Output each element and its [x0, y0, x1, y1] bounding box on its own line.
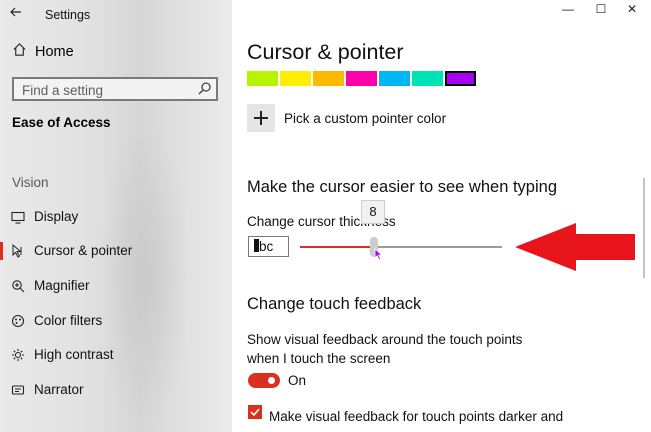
slider-track-filled — [300, 246, 374, 248]
group-label-vision: Vision — [12, 175, 49, 190]
home-label: Home — [35, 44, 74, 60]
touch-section-heading: Change touch feedback — [247, 295, 422, 313]
sidebar-item-display[interactable]: Display — [0, 204, 232, 230]
sidebar-item-narrator[interactable]: Narrator — [0, 377, 232, 403]
back-arrow-icon[interactable] — [10, 4, 22, 20]
sidebar-item-magnifier[interactable]: Magnifier — [0, 273, 232, 299]
sidebar: Settings Home Ease of Access Vision Disp… — [0, 0, 232, 432]
sidebar-item-high-contrast[interactable]: High contrast — [0, 342, 232, 368]
touch-feedback-toggle[interactable] — [248, 373, 280, 388]
magnifier-icon — [11, 279, 25, 293]
narrator-icon — [11, 383, 25, 397]
darker-feedback-checkbox[interactable] — [248, 405, 262, 419]
display-icon — [11, 210, 25, 224]
cursor-pointer-icon — [11, 243, 25, 258]
search-input[interactable] — [20, 80, 194, 100]
typing-section-heading: Make the cursor easier to see when typin… — [247, 178, 557, 196]
plus-icon — [247, 104, 275, 132]
sidebar-item-label: Magnifier — [34, 278, 90, 293]
custom-pointer-color-label: Pick a custom pointer color — [284, 110, 447, 126]
pointer-color-swatch[interactable] — [313, 71, 344, 86]
maximize-button[interactable]: ☐ — [588, 2, 614, 22]
custom-pointer-color-button[interactable]: Pick a custom pointer color — [247, 104, 446, 132]
toggle-state-label: On — [288, 373, 307, 388]
slider-track — [374, 246, 502, 248]
darker-feedback-label: Make visual feedback for touch points da… — [269, 409, 564, 424]
annotation-arrow-icon — [515, 222, 636, 277]
scrollbar[interactable] — [643, 178, 645, 278]
sidebar-item-color-filters[interactable]: Color filters — [0, 308, 232, 334]
pointer-color-swatch[interactable] — [412, 71, 443, 86]
pointer-color-swatches — [247, 71, 478, 86]
cursor-preview-text: bc — [259, 239, 274, 254]
pointer-color-swatch[interactable] — [280, 71, 311, 86]
app-title: Settings — [45, 8, 91, 22]
cursor-thickness-slider[interactable] — [300, 237, 502, 261]
checkmark-icon — [250, 408, 260, 417]
home-icon — [12, 42, 27, 62]
section-title: Ease of Access — [12, 115, 111, 130]
pointer-color-swatch[interactable] — [346, 71, 377, 86]
touch-desc-line2: when I touch the screen — [247, 351, 391, 366]
sidebar-item-cursor-pointer[interactable]: Cursor & pointer — [0, 238, 232, 264]
close-button[interactable]: ✕ — [619, 2, 645, 22]
mouse-pointer-icon — [374, 247, 384, 265]
thickness-value-tooltip: 8 — [361, 200, 385, 224]
sidebar-item-label: Cursor & pointer — [34, 243, 133, 258]
cursor-preview: bc — [248, 236, 289, 257]
pointer-color-swatch[interactable] — [379, 71, 410, 86]
pointer-color-swatch[interactable] — [247, 71, 278, 86]
pointer-color-swatch[interactable] — [445, 71, 476, 86]
search-box[interactable] — [12, 77, 218, 101]
color-filters-icon — [11, 314, 25, 328]
sidebar-item-label: High contrast — [34, 347, 114, 362]
touch-desc-line1: Show visual feedback around the touch po… — [247, 332, 523, 347]
main-content: Cursor & pointer Pick a custom pointer c… — [232, 0, 651, 432]
sidebar-item-label: Color filters — [34, 313, 103, 328]
sidebar-item-label: Narrator — [34, 382, 84, 397]
search-icon[interactable] — [198, 81, 212, 100]
touch-feedback-description: Show visual feedback around the touch po… — [247, 330, 522, 368]
sidebar-item-label: Display — [34, 209, 79, 224]
home-link[interactable]: Home — [12, 41, 74, 63]
page-title: Cursor & pointer — [247, 40, 404, 64]
high-contrast-icon — [11, 348, 25, 362]
minimize-button[interactable]: — — [555, 2, 581, 22]
